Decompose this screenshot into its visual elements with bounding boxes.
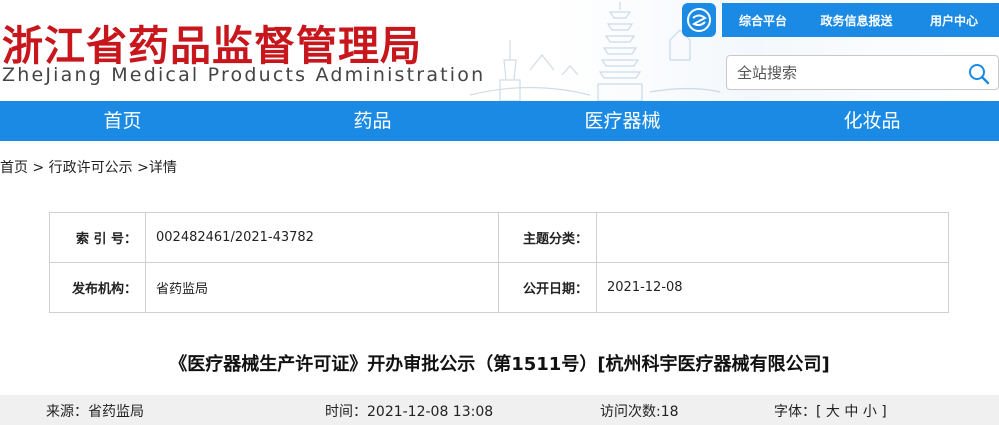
top-link-user-center[interactable]: 用户中心 (909, 12, 999, 29)
site-header: 浙江省药品监督管理局 ZheJiang Medical Products Adm… (0, 0, 999, 101)
search-icon (969, 64, 990, 85)
article-title: 《医疗器械生产许可证》开办审批公示（第1511号）[杭州科宇医疗器械有限公司] (169, 354, 830, 375)
nav-item-medical-devices[interactable]: 医疗器械 (500, 101, 745, 141)
font-size-small-button[interactable]: 小 (863, 404, 877, 420)
publisher-label: 发布机构： (49, 262, 146, 313)
site-title[interactable]: 浙江省药品监督管理局 (2, 12, 422, 72)
site-subtitle: ZheJiang Medical Products Administration (2, 64, 486, 86)
nav-item-home[interactable]: 首页 (0, 101, 245, 141)
logo-button[interactable] (682, 3, 716, 37)
breadcrumb-section[interactable]: 行政许可公示 (49, 160, 133, 176)
nav-item-cosmetics[interactable]: 化妆品 (745, 101, 999, 141)
category-value (596, 212, 949, 263)
search-box (726, 55, 999, 90)
meta-row: 发布机构： 省药监局 公开日期： 2021-12-08 (49, 262, 949, 313)
search-button[interactable] (966, 61, 992, 87)
category-label: 主题分类： (498, 212, 597, 263)
meta-row: 索 引 号： 002482461/2021-43782 主题分类： (49, 212, 949, 263)
date-label: 公开日期： (498, 262, 597, 313)
index-label: 索 引 号： (49, 212, 146, 263)
breadcrumb-home[interactable]: 首页 (0, 160, 28, 176)
zhe-logo-icon (687, 8, 711, 32)
publisher-value: 省药监局 (145, 262, 499, 313)
font-size-control: 字体：[ 大 中 小 ] (774, 401, 887, 421)
breadcrumb: 首页 > 行政许可公示 >详情 (0, 157, 177, 177)
top-links-bar: 综合平台 政务信息报送 用户中心 (722, 3, 999, 37)
top-link-platform[interactable]: 综合平台 (722, 12, 804, 29)
main-nav: 首页 药品 医疗器械 化妆品 (0, 101, 999, 141)
article-time: 时间：2021-12-08 13:08 (325, 404, 494, 420)
article-source: 来源：省药监局 (46, 404, 144, 420)
article-views: 访问次数:18 (600, 404, 679, 420)
breadcrumb-current: 详情 (148, 160, 177, 176)
top-link-info-report[interactable]: 政务信息报送 (804, 12, 909, 29)
breadcrumb-separator: > (28, 160, 49, 176)
font-size-close: ] (881, 404, 887, 420)
index-value: 002482461/2021-43782 (145, 212, 499, 263)
date-value: 2021-12-08 (596, 262, 949, 313)
article-info-bar: 来源：省药监局 时间：2021-12-08 13:08 访问次数:18 字体：[… (0, 395, 999, 425)
nav-item-drugs[interactable]: 药品 (245, 101, 500, 141)
font-size-medium-button[interactable]: 中 (844, 404, 858, 420)
search-input[interactable] (737, 62, 957, 84)
meta-table: 索 引 号： 002482461/2021-43782 主题分类： 发布机构： … (49, 212, 949, 313)
breadcrumb-separator: > (132, 160, 149, 176)
font-size-large-button[interactable]: 大 (826, 404, 840, 420)
font-size-label: 字体：[ (774, 404, 822, 420)
